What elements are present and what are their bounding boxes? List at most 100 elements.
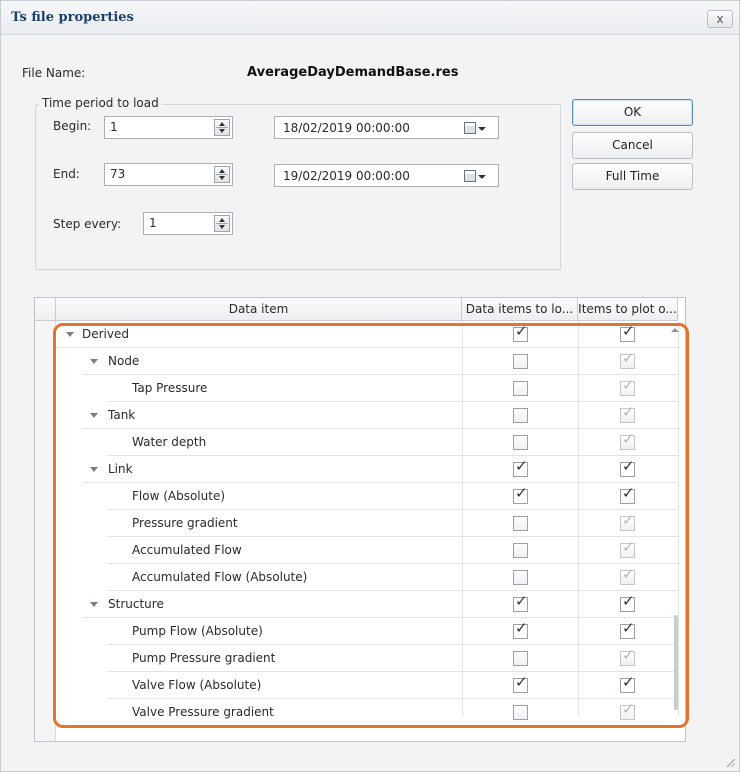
- begin-date-picker[interactable]: 18/02/2019 00:00:00: [274, 116, 499, 139]
- check-icon: ✓: [622, 565, 635, 583]
- load-checkbox[interactable]: [513, 570, 528, 585]
- end-date-value: 19/02/2019 00:00:00: [283, 169, 410, 183]
- plot-checkbox: ✓: [620, 351, 635, 369]
- load-checkbox[interactable]: [513, 651, 528, 666]
- column-header-data-items-to-load[interactable]: Data items to lo...: [462, 298, 578, 321]
- dropdown-caret-icon[interactable]: [478, 175, 486, 179]
- end-spinner[interactable]: 73: [104, 163, 233, 186]
- end-date-picker[interactable]: 19/02/2019 00:00:00: [274, 164, 499, 187]
- plot-checkbox: ✓: [620, 702, 635, 720]
- data-item-label: Tap Pressure: [132, 381, 208, 395]
- scrollbar-thumb[interactable]: [674, 615, 678, 710]
- load-checkbox[interactable]: ✓: [513, 457, 528, 477]
- calendar-icon[interactable]: [464, 122, 476, 134]
- load-checkbox[interactable]: ✓: [513, 621, 528, 639]
- load-checkbox[interactable]: [513, 435, 528, 450]
- check-icon: ✓: [622, 619, 635, 637]
- grid-row[interactable]: Accumulated Flow ✓: [56, 537, 678, 564]
- load-checkbox[interactable]: ✓: [513, 592, 528, 612]
- check-icon: ✓: [622, 457, 635, 475]
- column-header-data-item[interactable]: Data item: [56, 298, 462, 321]
- data-item-label: Tank: [108, 408, 136, 422]
- end-label: End:: [53, 167, 80, 181]
- grid-row[interactable]: Tank ✓: [56, 402, 678, 429]
- check-icon: ✓: [622, 538, 635, 556]
- plot-checkbox[interactable]: ✓: [620, 324, 635, 342]
- spin-arrows-icon[interactable]: [214, 119, 230, 136]
- plot-checkbox: ✓: [620, 646, 635, 666]
- load-checkbox[interactable]: ✓: [513, 486, 528, 504]
- load-checkbox[interactable]: [513, 381, 528, 396]
- grid-row[interactable]: Water depth ✓: [56, 429, 678, 456]
- plot-checkbox[interactable]: ✓: [620, 673, 635, 693]
- grid-row[interactable]: Accumulated Flow (Absolute) ✓: [56, 564, 678, 591]
- grid-row[interactable]: Pressure gradient ✓: [56, 510, 678, 537]
- data-item-label: Pump Pressure gradient: [132, 651, 276, 665]
- data-item-label: Water depth: [132, 435, 207, 449]
- grid-row[interactable]: Structure ✓ ✓: [56, 591, 678, 618]
- collapse-arrow-icon[interactable]: [90, 467, 98, 472]
- plot-checkbox[interactable]: ✓: [620, 619, 635, 639]
- begin-value: 1: [110, 120, 118, 134]
- scroll-up-icon[interactable]: [671, 328, 679, 332]
- data-item-label: Pump Flow (Absolute): [132, 624, 263, 638]
- load-checkbox[interactable]: [513, 408, 528, 423]
- ok-button[interactable]: OK: [572, 99, 693, 126]
- collapse-arrow-icon[interactable]: [90, 602, 98, 607]
- step-every-spinner[interactable]: 1: [143, 212, 233, 235]
- load-checkbox[interactable]: [513, 543, 528, 558]
- grid-row[interactable]: Valve Flow (Absolute) ✓ ✓: [56, 672, 678, 699]
- plot-checkbox[interactable]: ✓: [620, 486, 635, 504]
- grid-row[interactable]: Pump Flow (Absolute) ✓ ✓: [56, 618, 678, 645]
- load-checkbox[interactable]: [513, 354, 528, 369]
- cancel-button[interactable]: Cancel: [572, 132, 693, 159]
- check-icon: ✓: [515, 673, 528, 691]
- begin-spinner[interactable]: 1: [104, 116, 233, 139]
- plot-checkbox: ✓: [620, 432, 635, 450]
- spin-arrows-icon[interactable]: [214, 166, 230, 183]
- collapse-arrow-icon[interactable]: [66, 332, 74, 337]
- check-icon: ✓: [622, 646, 635, 664]
- row-indicator-column: [35, 321, 56, 741]
- data-item-label: Pressure gradient: [132, 516, 238, 530]
- check-icon: ✓: [622, 511, 635, 529]
- plot-checkbox[interactable]: ✓: [620, 592, 635, 612]
- full-time-button[interactable]: Full Time: [572, 163, 693, 190]
- column-header-items-to-plot[interactable]: Items to plot o...: [578, 298, 678, 321]
- grid-row[interactable]: Pump Pressure gradient ✓: [56, 645, 678, 672]
- data-item-label: Accumulated Flow (Absolute): [132, 570, 308, 584]
- grid-row[interactable]: Link ✓ ✓: [56, 456, 678, 483]
- dropdown-caret-icon[interactable]: [478, 127, 486, 131]
- check-icon: ✓: [622, 592, 635, 610]
- grid-row[interactable]: Node ✓: [56, 348, 678, 375]
- check-icon: ✓: [515, 457, 528, 475]
- check-icon: ✓: [622, 673, 635, 691]
- grid-row[interactable]: Tap Pressure ✓: [56, 375, 678, 402]
- plot-checkbox: ✓: [620, 511, 635, 531]
- data-item-label: Accumulated Flow: [132, 543, 242, 557]
- grid-scrollbar[interactable]: [668, 324, 682, 718]
- load-checkbox[interactable]: ✓: [513, 673, 528, 693]
- close-button[interactable]: x: [707, 10, 733, 28]
- load-checkbox[interactable]: ✓: [513, 324, 528, 342]
- ts-file-properties-dialog: Ts file properties x File Name: AverageD…: [0, 0, 740, 772]
- grid-row[interactable]: Flow (Absolute) ✓ ✓: [56, 483, 678, 510]
- data-item-label: Derived: [82, 327, 129, 341]
- load-checkbox[interactable]: [513, 516, 528, 531]
- spin-arrows-icon[interactable]: [214, 215, 230, 232]
- grid-row[interactable]: Derived ✓ ✓: [56, 321, 678, 348]
- load-checkbox[interactable]: [513, 705, 528, 720]
- check-icon: ✓: [515, 592, 528, 610]
- plot-checkbox[interactable]: ✓: [620, 457, 635, 477]
- calendar-icon[interactable]: [464, 170, 476, 182]
- plot-checkbox: ✓: [620, 538, 635, 558]
- check-icon: ✓: [622, 376, 635, 394]
- close-icon: x: [716, 12, 724, 26]
- file-name-value: AverageDayDemandBase.res: [247, 65, 459, 80]
- data-items-grid: Data item Data items to lo... Items to p…: [34, 297, 686, 742]
- data-item-label: Valve Flow (Absolute): [132, 678, 262, 692]
- collapse-arrow-icon[interactable]: [90, 359, 98, 364]
- grid-row[interactable]: Valve Pressure gradient ✓: [56, 699, 678, 726]
- resize-grip-icon[interactable]: [725, 757, 735, 767]
- collapse-arrow-icon[interactable]: [90, 413, 98, 418]
